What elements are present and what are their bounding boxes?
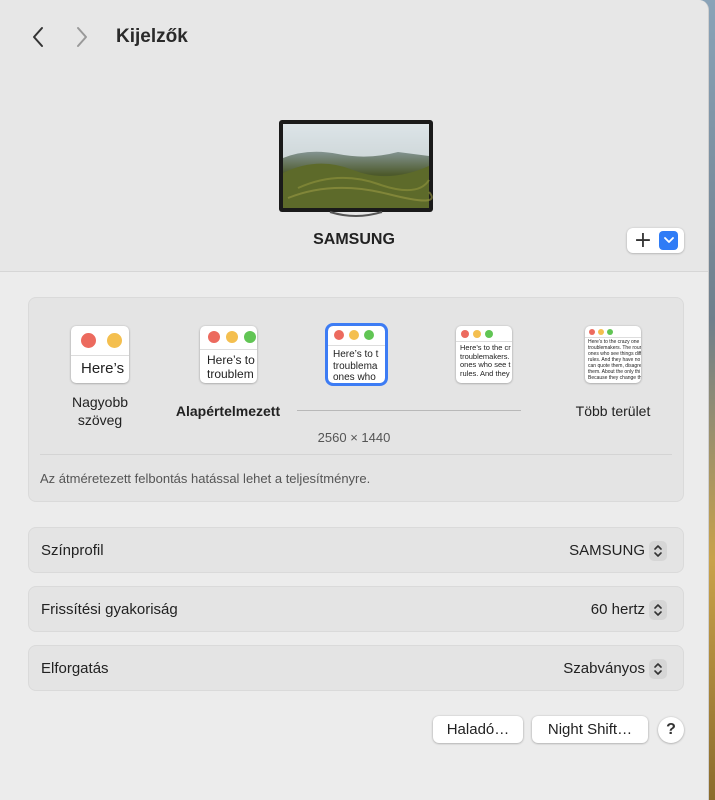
up-down-chevron-icon[interactable]	[649, 659, 667, 679]
preview-text: Here’s to the cr troublemakers. ones who…	[460, 343, 511, 378]
displays-settings-window: Kijelzők SAMSUNG + Here’s Nagyobb szöveg…	[0, 0, 709, 800]
display-name: SAMSUNG	[313, 231, 395, 248]
rotation-label: Elforgatás	[41, 660, 109, 677]
add-display-button[interactable]: +	[627, 228, 684, 253]
resolution-option-more-space-1[interactable]: Here’s to the cr troublemakers. ones who…	[456, 326, 512, 383]
refresh-rate-row[interactable]: Frissítési gyakoriság 60 hertz	[28, 586, 684, 632]
rotation-row[interactable]: Elforgatás Szabványos	[28, 645, 684, 691]
display-header-area: Kijelzők SAMSUNG +	[0, 0, 708, 272]
rotation-value[interactable]: Szabványos	[563, 660, 645, 677]
resolution-label-default: Alapértelmezett	[175, 403, 281, 419]
forward-button[interactable]	[68, 22, 96, 52]
resolution-label-more-space: Több terület	[575, 403, 651, 419]
color-profile-label: Színprofil	[41, 542, 104, 559]
plus-icon: +	[633, 227, 653, 253]
resolution-slider-track[interactable]	[297, 410, 521, 411]
resolution-label-larger-text: Nagyobb szöveg	[71, 394, 129, 428]
back-button[interactable]	[24, 22, 52, 52]
resolution-option-selected[interactable]: Here’s to t troublema ones who	[325, 323, 388, 386]
resolution-option-larger-text[interactable]: Here’s	[71, 326, 129, 383]
preview-text: Here’s to t troublema ones who	[333, 349, 379, 383]
resolution-option-more-space[interactable]: Here’s to the crazy one troublemakers. T…	[585, 326, 641, 383]
divider	[40, 454, 672, 455]
preview-text: Here’s	[81, 360, 125, 377]
refresh-rate-label: Frissítési gyakoriság	[41, 601, 178, 618]
resolution-value: 2560 × 1440	[317, 430, 391, 445]
color-profile-value[interactable]: SAMSUNG	[569, 542, 645, 559]
help-button[interactable]: ?	[658, 717, 684, 743]
night-shift-button[interactable]: Night Shift…	[532, 716, 648, 743]
up-down-chevron-icon[interactable]	[649, 600, 667, 620]
chevron-left-icon	[33, 27, 43, 47]
resolution-option-default[interactable]: Here’s to troublem	[200, 326, 257, 383]
chevron-right-icon	[77, 27, 87, 47]
up-down-chevron-icon[interactable]	[649, 541, 667, 561]
refresh-rate-value[interactable]: 60 hertz	[591, 601, 645, 618]
preview-text: Here’s to the crazy one troublemakers. T…	[588, 339, 641, 381]
display-monitor-icon[interactable]	[278, 118, 434, 218]
advanced-button[interactable]: Haladó…	[433, 716, 523, 743]
color-profile-row[interactable]: Színprofil SAMSUNG	[28, 527, 684, 573]
resolution-note: Az átméretezett felbontás hatással lehet…	[40, 471, 371, 486]
page-title: Kijelzők	[116, 26, 188, 47]
preview-text: Here’s to troublem	[207, 353, 255, 381]
chevron-down-icon[interactable]	[659, 231, 678, 250]
